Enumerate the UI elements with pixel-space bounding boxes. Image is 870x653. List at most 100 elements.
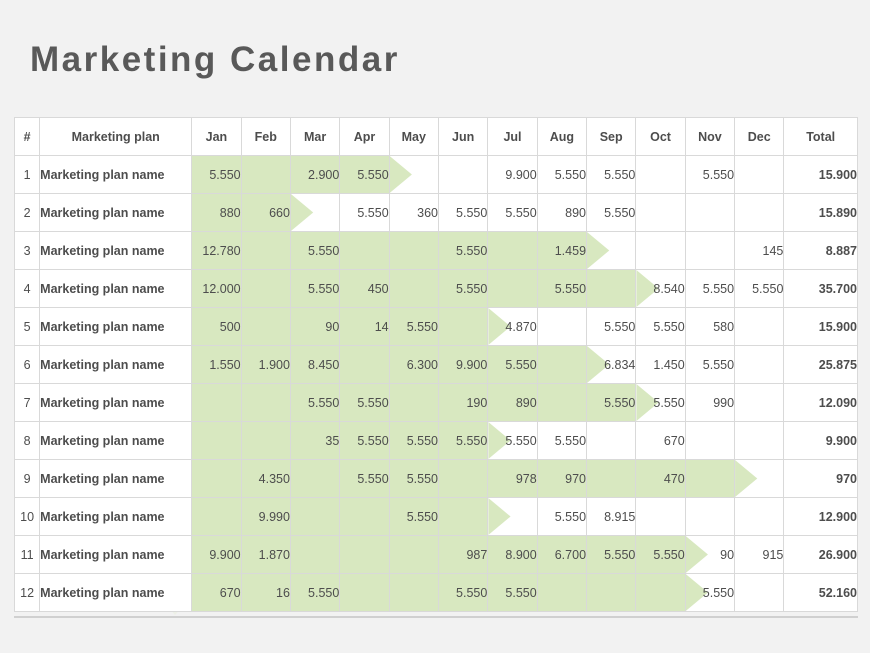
cell-jan[interactable] xyxy=(192,384,241,421)
cell-dec[interactable] xyxy=(735,194,784,231)
column-header-may[interactable]: May xyxy=(389,118,438,155)
cell-oct[interactable]: 5.550 xyxy=(636,384,685,421)
cell-nov[interactable] xyxy=(685,422,735,459)
cell-dec[interactable] xyxy=(735,384,784,421)
cell-mar[interactable] xyxy=(290,498,340,535)
column-header-jul[interactable]: Jul xyxy=(488,118,537,155)
cell-dec[interactable] xyxy=(735,460,784,497)
cell-jun[interactable]: 5.550 xyxy=(438,270,488,307)
cell-oct[interactable]: 5.550 xyxy=(636,308,685,345)
cell-jun[interactable]: 5.550 xyxy=(438,232,488,269)
cell-feb[interactable] xyxy=(241,156,290,193)
cell-apr[interactable]: 5.550 xyxy=(340,460,389,497)
cell-aug[interactable]: 5.550 xyxy=(537,498,587,535)
cell-jan[interactable] xyxy=(192,498,241,535)
cell-nov[interactable]: 5.550 xyxy=(685,156,735,193)
cell-may[interactable]: 6.300 xyxy=(389,346,438,383)
cell-mar[interactable]: 5.550 xyxy=(290,232,340,269)
cell-apr[interactable] xyxy=(340,574,389,611)
cell-apr[interactable]: 450 xyxy=(340,270,389,307)
cell-feb[interactable] xyxy=(241,384,290,421)
cell-jul[interactable] xyxy=(488,232,537,269)
cell-jan[interactable] xyxy=(192,460,241,497)
cell-aug[interactable]: 1.459 xyxy=(537,232,587,269)
cell-sep[interactable] xyxy=(587,422,636,459)
column-header-dec[interactable]: Dec xyxy=(735,118,784,155)
cell-jul[interactable]: 5.550 xyxy=(488,574,537,611)
column-header-index[interactable]: # xyxy=(15,118,40,155)
cell-dec[interactable]: 145 xyxy=(735,232,784,269)
cell-jun[interactable]: 5.550 xyxy=(438,194,488,231)
cell-nov[interactable]: 5.550 xyxy=(685,270,735,307)
row-plan-name[interactable]: Marketing plan name xyxy=(40,156,192,193)
row-plan-name[interactable]: Marketing plan name xyxy=(40,498,192,535)
cell-sep[interactable] xyxy=(587,270,636,307)
cell-feb[interactable]: 660 xyxy=(241,194,290,231)
cell-sep[interactable]: 5.550 xyxy=(587,536,636,573)
cell-apr[interactable]: 14 xyxy=(340,308,389,345)
cell-aug[interactable]: 6.700 xyxy=(537,536,587,573)
cell-apr[interactable]: 5.550 xyxy=(340,194,389,231)
row-plan-name[interactable]: Marketing plan name xyxy=(40,384,192,421)
cell-sep[interactable] xyxy=(587,574,636,611)
cell-jun[interactable]: 190 xyxy=(438,384,488,421)
cell-oct[interactable]: 1.450 xyxy=(636,346,685,383)
cell-nov[interactable]: 580 xyxy=(685,308,735,345)
cell-jul[interactable]: 9.900 xyxy=(488,156,537,193)
cell-mar[interactable]: 5.550 xyxy=(290,270,340,307)
cell-oct[interactable] xyxy=(636,498,685,535)
row-plan-name[interactable]: Marketing plan name xyxy=(40,460,192,497)
cell-dec[interactable] xyxy=(735,308,784,345)
cell-sep[interactable]: 6.834 xyxy=(587,346,636,383)
cell-nov[interactable]: 990 xyxy=(685,384,735,421)
cell-jun[interactable]: 5.550 xyxy=(438,422,488,459)
cell-jul[interactable]: 5.550 xyxy=(488,422,537,459)
cell-apr[interactable]: 5.550 xyxy=(340,422,389,459)
cell-apr[interactable] xyxy=(340,498,389,535)
cell-may[interactable]: 5.550 xyxy=(389,498,438,535)
cell-oct[interactable]: 8.540 xyxy=(636,270,685,307)
cell-jan[interactable]: 9.900 xyxy=(192,536,241,573)
cell-jan[interactable]: 12.000 xyxy=(192,270,241,307)
cell-jul[interactable]: 4.870 xyxy=(488,308,537,345)
cell-oct[interactable] xyxy=(636,232,685,269)
cell-may[interactable]: 360 xyxy=(389,194,438,231)
cell-aug[interactable] xyxy=(537,346,587,383)
cell-mar[interactable]: 2.900 xyxy=(290,156,340,193)
cell-may[interactable] xyxy=(389,270,438,307)
column-header-oct[interactable]: Oct xyxy=(636,118,685,155)
cell-jun[interactable]: 987 xyxy=(438,536,488,573)
cell-sep[interactable]: 5.550 xyxy=(587,308,636,345)
cell-sep[interactable] xyxy=(587,232,636,269)
cell-nov[interactable]: 90 xyxy=(685,536,735,573)
row-plan-name[interactable]: Marketing plan name xyxy=(40,308,192,345)
cell-mar[interactable]: 90 xyxy=(290,308,340,345)
cell-apr[interactable] xyxy=(340,536,389,573)
cell-jul[interactable]: 5.550 xyxy=(488,194,537,231)
column-header-marketing-plan[interactable]: Marketing plan xyxy=(40,118,192,155)
cell-jul[interactable] xyxy=(488,498,537,535)
cell-may[interactable]: 5.550 xyxy=(389,422,438,459)
cell-mar[interactable]: 35 xyxy=(290,422,340,459)
cell-apr[interactable] xyxy=(340,346,389,383)
cell-jan[interactable]: 880 xyxy=(192,194,241,231)
cell-jul[interactable] xyxy=(488,270,537,307)
cell-apr[interactable]: 5.550 xyxy=(340,156,389,193)
column-header-feb[interactable]: Feb xyxy=(241,118,290,155)
cell-feb[interactable] xyxy=(241,270,290,307)
cell-jun[interactable] xyxy=(438,460,488,497)
cell-dec[interactable] xyxy=(735,498,784,535)
cell-feb[interactable]: 1.900 xyxy=(241,346,290,383)
cell-may[interactable] xyxy=(389,536,438,573)
cell-aug[interactable] xyxy=(537,384,587,421)
cell-may[interactable]: 5.550 xyxy=(389,460,438,497)
cell-sep[interactable]: 5.550 xyxy=(587,194,636,231)
cell-sep[interactable]: 5.550 xyxy=(587,156,636,193)
cell-apr[interactable]: 5.550 xyxy=(340,384,389,421)
cell-feb[interactable] xyxy=(241,308,290,345)
cell-jun[interactable]: 9.900 xyxy=(438,346,488,383)
cell-oct[interactable]: 5.550 xyxy=(636,536,685,573)
cell-aug[interactable]: 970 xyxy=(537,460,587,497)
cell-feb[interactable] xyxy=(241,422,290,459)
cell-jun[interactable] xyxy=(438,498,488,535)
